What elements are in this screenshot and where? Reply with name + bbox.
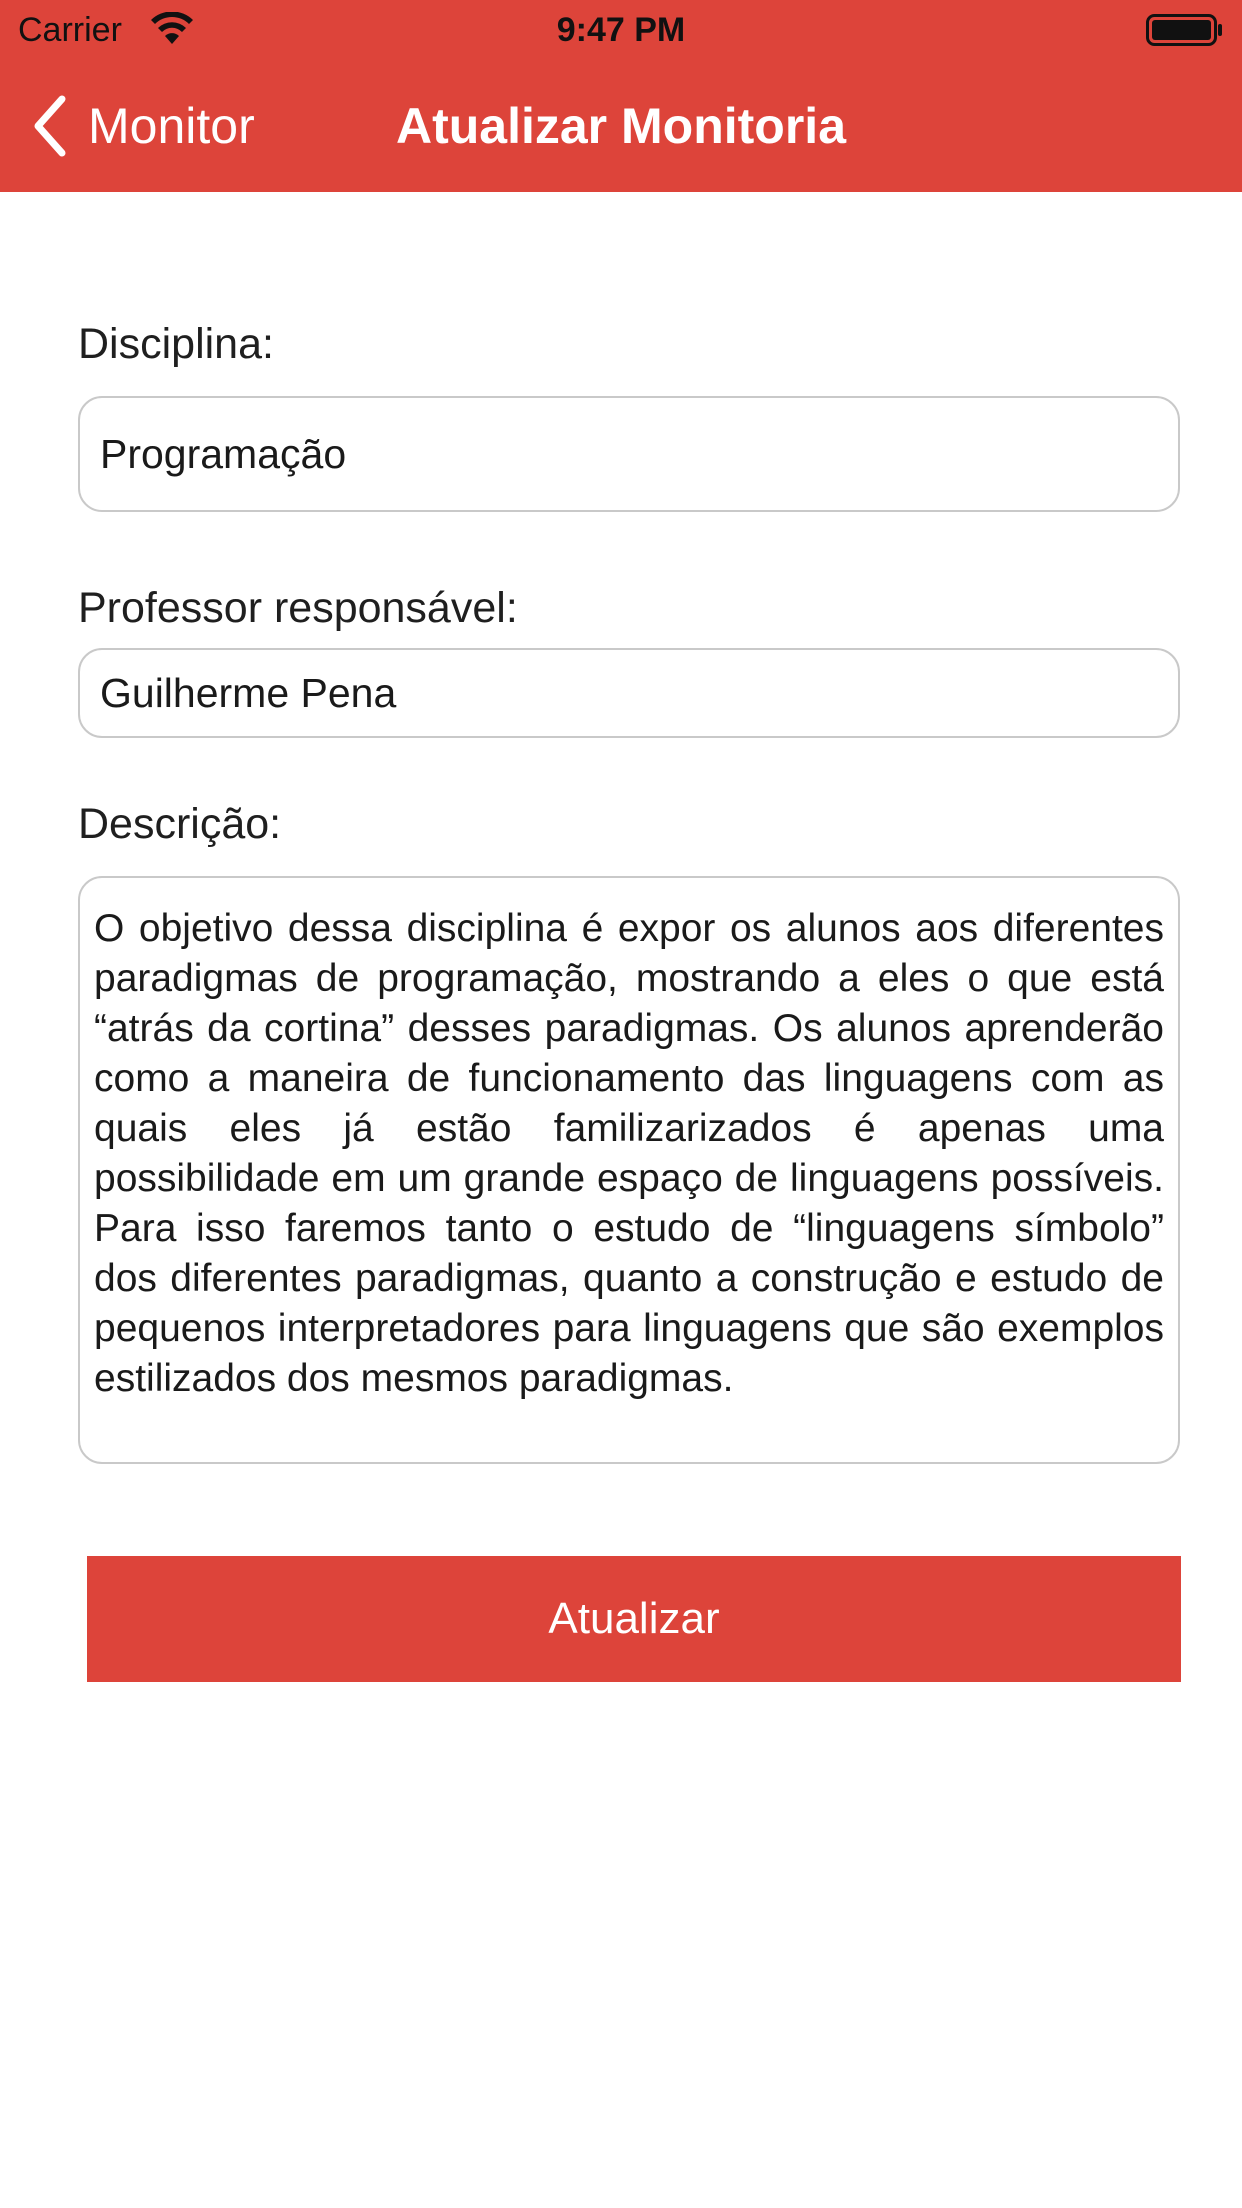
professor-input-value: Guilherme Pena	[100, 669, 397, 716]
disciplina-input-value: Programação	[100, 430, 347, 477]
descricao-label: Descrição:	[78, 800, 282, 848]
disciplina-input[interactable]: Programação	[78, 396, 1180, 512]
disciplina-label: Disciplina:	[78, 320, 274, 368]
battery-icon	[1146, 14, 1222, 46]
professor-label: Professor responsável:	[78, 584, 518, 632]
status-time: 9:47 PM	[556, 11, 686, 49]
update-button-label: Atualizar	[548, 1594, 720, 1643]
status-bar: Carrier 9:47 PM	[0, 0, 1242, 60]
page-title: Atualizar Monitoria	[395, 98, 847, 154]
update-button[interactable]: Atualizar	[87, 1556, 1181, 1682]
descricao-textarea[interactable]: O objetivo dessa disciplina é expor os a…	[78, 876, 1180, 1464]
navigation-header: Carrier 9:47 PM Monitor Atualizar Monito…	[0, 0, 1242, 192]
professor-input[interactable]: Guilherme Pena	[78, 648, 1180, 738]
